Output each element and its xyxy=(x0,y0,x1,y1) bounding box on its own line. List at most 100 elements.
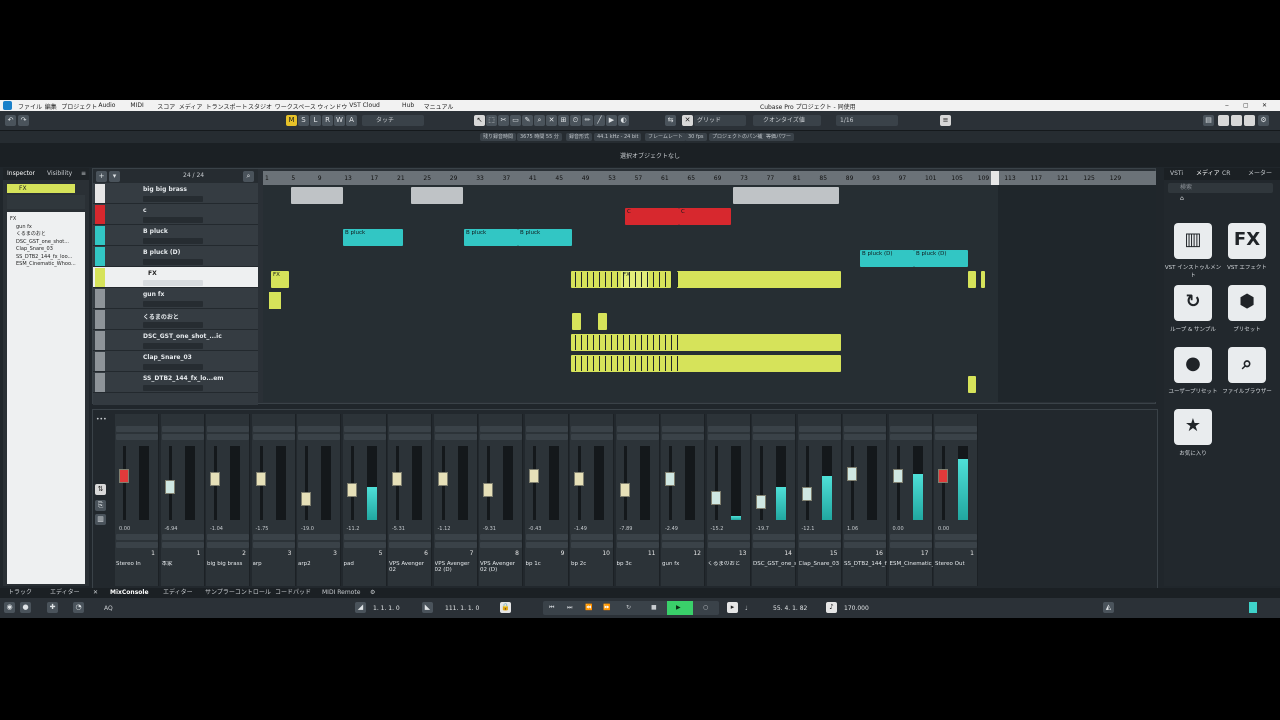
fader-value[interactable]: -19.0 xyxy=(301,526,314,532)
track-row[interactable]: gun fx xyxy=(93,288,258,309)
menu-item[interactable]: マニュアル xyxy=(424,102,454,111)
track-mute-solo[interactable] xyxy=(111,375,139,381)
left-locator[interactable]: 1. 1. 1. 0 xyxy=(373,606,400,612)
mixer-channel-strip[interactable]: -1.75 3 arp xyxy=(251,414,296,586)
fader-handle[interactable] xyxy=(938,468,948,483)
mixer-channel-strip[interactable]: -5.31 6 VPS Avenger 02 xyxy=(388,414,432,586)
play-button[interactable]: ▶ xyxy=(667,601,693,615)
lower-zone-icon[interactable] xyxy=(1231,115,1242,126)
track-row[interactable]: くるまのおと xyxy=(93,309,258,330)
channel-buttons-row[interactable] xyxy=(844,542,886,548)
tab-inspector[interactable]: Inspector xyxy=(7,171,35,177)
channel-buttons-row[interactable] xyxy=(161,542,204,548)
track-mute-solo[interactable] xyxy=(111,354,139,360)
channel-buttons-row[interactable] xyxy=(935,534,977,540)
mode-button-w[interactable]: W xyxy=(334,115,345,126)
channel-buttons-row[interactable] xyxy=(207,534,249,540)
channel-buttons-row[interactable] xyxy=(525,534,568,540)
preset-tile[interactable]: ⬢ xyxy=(1228,285,1266,321)
add-track-icon[interactable]: + xyxy=(96,171,107,182)
menu-icon[interactable]: ≡ xyxy=(81,171,86,177)
track-mute-solo[interactable] xyxy=(111,186,139,192)
media-search-field[interactable]: 検索 xyxy=(1168,183,1273,193)
track-mute-solo[interactable] xyxy=(111,333,139,339)
select-icon[interactable]: ↖ xyxy=(474,115,485,126)
folder-tree-item[interactable]: DSC_GST_one_shot... xyxy=(16,239,69,245)
go-to-end-icon[interactable]: ⏭ xyxy=(567,605,572,611)
tab-left-bottom[interactable]: トラック xyxy=(8,590,32,596)
fader-value[interactable]: -0.43 xyxy=(529,526,542,532)
menu-item[interactable]: ウィンドウ xyxy=(317,102,347,111)
track-row[interactable]: B pluck (D) xyxy=(93,246,258,267)
clip-ss[interactable] xyxy=(968,376,976,393)
fader-value[interactable]: -5.31 xyxy=(392,526,405,532)
clip-kuruma[interactable] xyxy=(572,313,581,330)
track-row[interactable]: big big brass xyxy=(93,183,258,204)
clip-b-pluck-d[interactable]: B pluck (D) xyxy=(914,250,968,267)
channel-buttons-row[interactable] xyxy=(252,534,295,540)
channel-buttons-row[interactable] xyxy=(707,534,750,540)
mixer-channel-strip[interactable]: -9.31 8 VPS Avenger 02 (D) xyxy=(479,414,523,586)
clip-gun-fx[interactable] xyxy=(269,292,281,309)
mixer-menu-icon[interactable]: ••• xyxy=(96,417,107,423)
track-controls[interactable] xyxy=(143,364,203,370)
track-row[interactable]: B pluck xyxy=(93,225,258,246)
track-mute-solo[interactable] xyxy=(111,291,139,297)
menu-item[interactable]: VST Cloud xyxy=(349,102,380,109)
channel-rw-row[interactable] xyxy=(753,434,795,440)
channel-insert-row[interactable] xyxy=(616,426,659,432)
channel-rw-row[interactable] xyxy=(798,434,841,440)
clip-fx[interactable] xyxy=(968,271,976,288)
right-locator-marker[interactable] xyxy=(991,171,999,185)
mixer-window-icon[interactable]: ⇅ xyxy=(95,484,106,495)
channel-buttons-row[interactable] xyxy=(389,534,431,540)
mixer-channel-strip[interactable]: -19.0 3 arp2 xyxy=(297,414,341,586)
minimize-icon[interactable]: ‒ xyxy=(1225,102,1229,109)
channel-buttons-row[interactable] xyxy=(525,542,568,548)
left-zone-icon[interactable] xyxy=(1218,115,1229,126)
fader-value[interactable]: -9.31 xyxy=(483,526,496,532)
play-tool-icon[interactable]: ▶ xyxy=(606,115,617,126)
snap-icon[interactable]: ⇆ xyxy=(665,115,676,126)
mixer-channel-strip[interactable]: 1.06 16 SS_DTB2_144_fx_loop_kit01_fire_ic xyxy=(843,414,887,586)
channel-rw-row[interactable] xyxy=(116,434,158,440)
fader-handle[interactable] xyxy=(756,494,766,509)
channel-rw-row[interactable] xyxy=(298,434,340,440)
tab-lower-zone[interactable]: サンプラーコントロール xyxy=(205,590,271,596)
channel-rw-row[interactable] xyxy=(616,434,659,440)
track-presets-icon[interactable]: ▾ xyxy=(109,171,120,182)
channel-buttons-row[interactable] xyxy=(753,534,795,540)
channel-rw-row[interactable] xyxy=(207,434,249,440)
left-locator-icon[interactable]: ◢ xyxy=(355,602,366,613)
menu-item[interactable]: メディア xyxy=(179,102,203,111)
ruler[interactable]: 1 5 9 13 17 21 25 29 33 37 41 45 49 53 57 61 65 69 73 77 81 8… xyxy=(263,171,1156,185)
mixer-channel-strip[interactable]: -0.43 9 bp 1c xyxy=(524,414,569,586)
channel-buttons-row[interactable] xyxy=(616,542,659,548)
fader-value[interactable]: -2.49 xyxy=(665,526,678,532)
fader-handle[interactable] xyxy=(164,479,175,494)
channel-buttons-row[interactable] xyxy=(389,542,431,548)
lock-icon[interactable]: 🔒 xyxy=(500,602,511,613)
tab-lower-zone[interactable]: MIDI Remote xyxy=(322,590,360,596)
fader-value[interactable]: 0.00 xyxy=(938,526,949,532)
quantize-mode-select[interactable]: クオンタイズ値 xyxy=(753,115,821,126)
marker-icon[interactable]: ◭ xyxy=(1103,602,1114,613)
channel-buttons-row[interactable] xyxy=(753,542,795,548)
folder-tree-item[interactable]: ESM_Cinematic_Whoo... xyxy=(16,262,76,267)
fader-handle[interactable] xyxy=(574,472,584,487)
right-locator-icon[interactable]: ◣ xyxy=(422,602,433,613)
channel-buttons-row[interactable] xyxy=(662,534,704,540)
track-mute-solo[interactable] xyxy=(111,249,139,255)
close-tab-icon[interactable]: ✕ xyxy=(93,590,98,596)
track-mute-solo[interactable] xyxy=(111,270,139,276)
clip-b-pluck[interactable]: B pluck xyxy=(464,229,518,246)
fader-handle[interactable] xyxy=(710,490,721,505)
channel-rw-row[interactable] xyxy=(161,434,204,440)
grid-type-select[interactable]: グリッド xyxy=(694,115,746,126)
mixer-channel-strip[interactable]: 0.00 17 ESM_Cinematic_Whoosh_with_Hit xyxy=(888,414,933,586)
tab-right-zone[interactable]: メーター xyxy=(1248,171,1272,177)
tab-lower-zone[interactable]: MixConsole xyxy=(110,590,149,596)
mode-button-a[interactable]: A xyxy=(346,115,357,126)
clip-b-pluck[interactable]: B pluck xyxy=(343,229,403,246)
piano-keys-tile[interactable]: ▥ xyxy=(1174,223,1212,259)
